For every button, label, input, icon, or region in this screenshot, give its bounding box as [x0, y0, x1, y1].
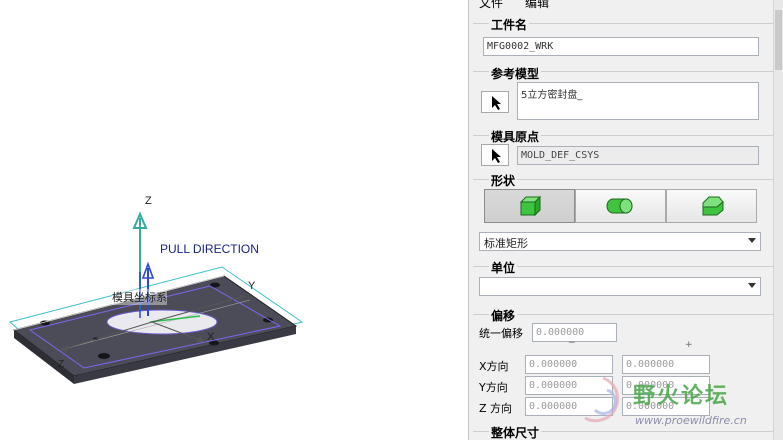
menu-edit[interactable]: 编辑 — [525, 0, 549, 11]
x-offset-label: X方向 — [479, 360, 509, 373]
scrollbar-thumb[interactable] — [775, 10, 782, 70]
cursor-arrow-icon — [492, 96, 501, 110]
shape-type-dropdown[interactable]: 标准矩形 — [479, 232, 761, 251]
mold-origin-field[interactable]: MOLD_DEF_CSYS — [517, 146, 759, 165]
model-canvas[interactable] — [0, 0, 468, 440]
shape-title: 形状 — [489, 172, 518, 189]
csys-tag: 模具坐标系 — [112, 289, 167, 305]
menu-bar: 文件 编辑 — [469, 0, 783, 12]
watermark-logo-icon — [584, 376, 620, 423]
cylinder-shape-button[interactable] — [575, 189, 666, 223]
reference-model-input[interactable]: 5立方密封盘_ — [517, 82, 759, 120]
reference-model-select-button[interactable] — [481, 91, 509, 113]
box-icon — [519, 195, 541, 217]
workpiece-name-title: 工件名 — [489, 16, 530, 33]
units-dropdown[interactable] — [479, 277, 761, 296]
cursor-arrow-icon — [492, 149, 501, 163]
custom-shape-button[interactable] — [666, 189, 757, 223]
minus-mark: − — [568, 338, 576, 348]
uniform-offset-label: 统一偏移 — [479, 327, 523, 340]
z-axis-label-2: Z — [58, 359, 65, 370]
mold-origin-title: 模具原点 — [489, 128, 542, 145]
workpiece-name-section: 工件名 MFG0002_WRK — [469, 14, 775, 66]
box-shape-button[interactable] — [484, 189, 575, 223]
overall-size-title: 整体尺寸 — [489, 424, 542, 440]
watermark-url: www.proewildfire.cn — [635, 414, 747, 427]
pull-direction-label: PULL DIRECTION — [160, 242, 259, 256]
cylinder-icon — [606, 198, 632, 214]
plus-mark: + — [685, 340, 693, 350]
y-axis-label: Y — [248, 280, 256, 292]
units-section: 单位 — [469, 257, 775, 303]
reference-model-title: 参考模型 — [489, 65, 542, 82]
z-offset-label: Z 方向 — [479, 402, 513, 415]
custom-shape-icon — [702, 196, 724, 216]
forum-watermark: 野火论坛 www.proewildfire.cn — [573, 370, 783, 440]
units-title: 单位 — [489, 259, 518, 276]
reference-model-section: 参考模型 5立方密封盘_ — [469, 62, 775, 126]
dropdown-arrow-icon — [748, 283, 756, 288]
shape-section: 形状 标准矩形 — [469, 170, 775, 256]
z-axis-label: Z — [145, 195, 152, 207]
hole — [263, 317, 273, 323]
mold-origin-section: 模具原点 MOLD_DEF_CSYS — [469, 126, 775, 172]
x-axis-label: X — [207, 331, 215, 343]
offset-title: 偏移 — [489, 307, 518, 324]
y-offset-label: Y方向 — [479, 381, 508, 394]
mold-origin-select-button[interactable] — [481, 144, 509, 166]
graphics-viewport[interactable]: PULL DIRECTION Z Y X Z 模具坐标系 — [0, 0, 468, 440]
dropdown-arrow-icon — [748, 238, 756, 243]
hole — [98, 353, 110, 359]
menu-file[interactable]: 文件 — [479, 0, 503, 11]
shape-type-value: 标准矩形 — [484, 237, 528, 250]
workpiece-name-input[interactable]: MFG0002_WRK — [483, 37, 759, 56]
watermark-title: 野火论坛 — [633, 384, 730, 409]
